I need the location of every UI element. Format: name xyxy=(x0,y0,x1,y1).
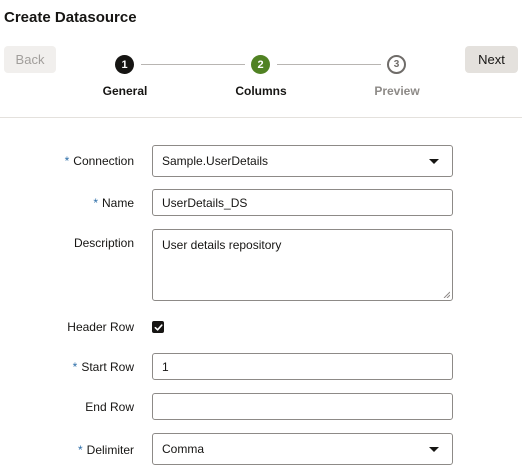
chevron-down-icon xyxy=(429,446,439,452)
description-textarea[interactable]: User details repository xyxy=(152,229,453,301)
step-connector-1-2 xyxy=(141,64,245,65)
start-row-label: * Start Row xyxy=(72,360,134,374)
next-button[interactable]: Next xyxy=(465,46,518,73)
create-datasource-dialog: Create Datasource Back Next 1 2 3 Genera… xyxy=(0,0,522,471)
step-columns-label[interactable]: Columns xyxy=(221,84,301,98)
description-label: Description xyxy=(73,236,134,250)
name-value: UserDetails_DS xyxy=(162,195,248,210)
resize-grip-icon[interactable] xyxy=(443,291,450,298)
required-marker: * xyxy=(72,360,78,374)
step-general-label[interactable]: General xyxy=(85,84,165,98)
step-preview-indicator[interactable]: 3 xyxy=(387,55,406,74)
step-connector-2-3 xyxy=(277,64,381,65)
step-columns-indicator[interactable]: 2 xyxy=(251,55,270,74)
header-row-label: Header Row xyxy=(67,320,134,334)
required-marker: * xyxy=(93,196,98,210)
required-marker: * xyxy=(77,443,83,457)
required-marker: * xyxy=(64,154,70,168)
header-row-checkbox[interactable] xyxy=(152,321,164,333)
start-row-input[interactable]: 1 xyxy=(152,353,453,380)
delimiter-value: Comma xyxy=(162,442,205,456)
end-row-label: End Row xyxy=(85,400,134,414)
connection-value: Sample.UserDetails xyxy=(162,154,269,168)
step-general-indicator[interactable]: 1 xyxy=(115,55,134,74)
connection-select[interactable]: Sample.UserDetails xyxy=(152,145,453,177)
description-value: User details repository xyxy=(162,238,282,252)
end-row-input[interactable] xyxy=(152,393,453,420)
header-divider xyxy=(0,117,522,118)
name-label: * Name xyxy=(93,196,134,210)
back-button[interactable]: Back xyxy=(4,46,56,73)
delimiter-label: * Delimiter xyxy=(77,443,134,457)
start-row-value: 1 xyxy=(162,359,169,374)
delimiter-select[interactable]: Comma xyxy=(152,433,453,465)
name-input[interactable]: UserDetails_DS xyxy=(152,189,453,216)
checkmark-icon xyxy=(154,323,163,331)
connection-label: * Connection xyxy=(64,154,134,168)
step-preview-label[interactable]: Preview xyxy=(357,84,437,98)
page-title: Create Datasource xyxy=(4,9,137,26)
chevron-down-icon xyxy=(429,158,439,164)
